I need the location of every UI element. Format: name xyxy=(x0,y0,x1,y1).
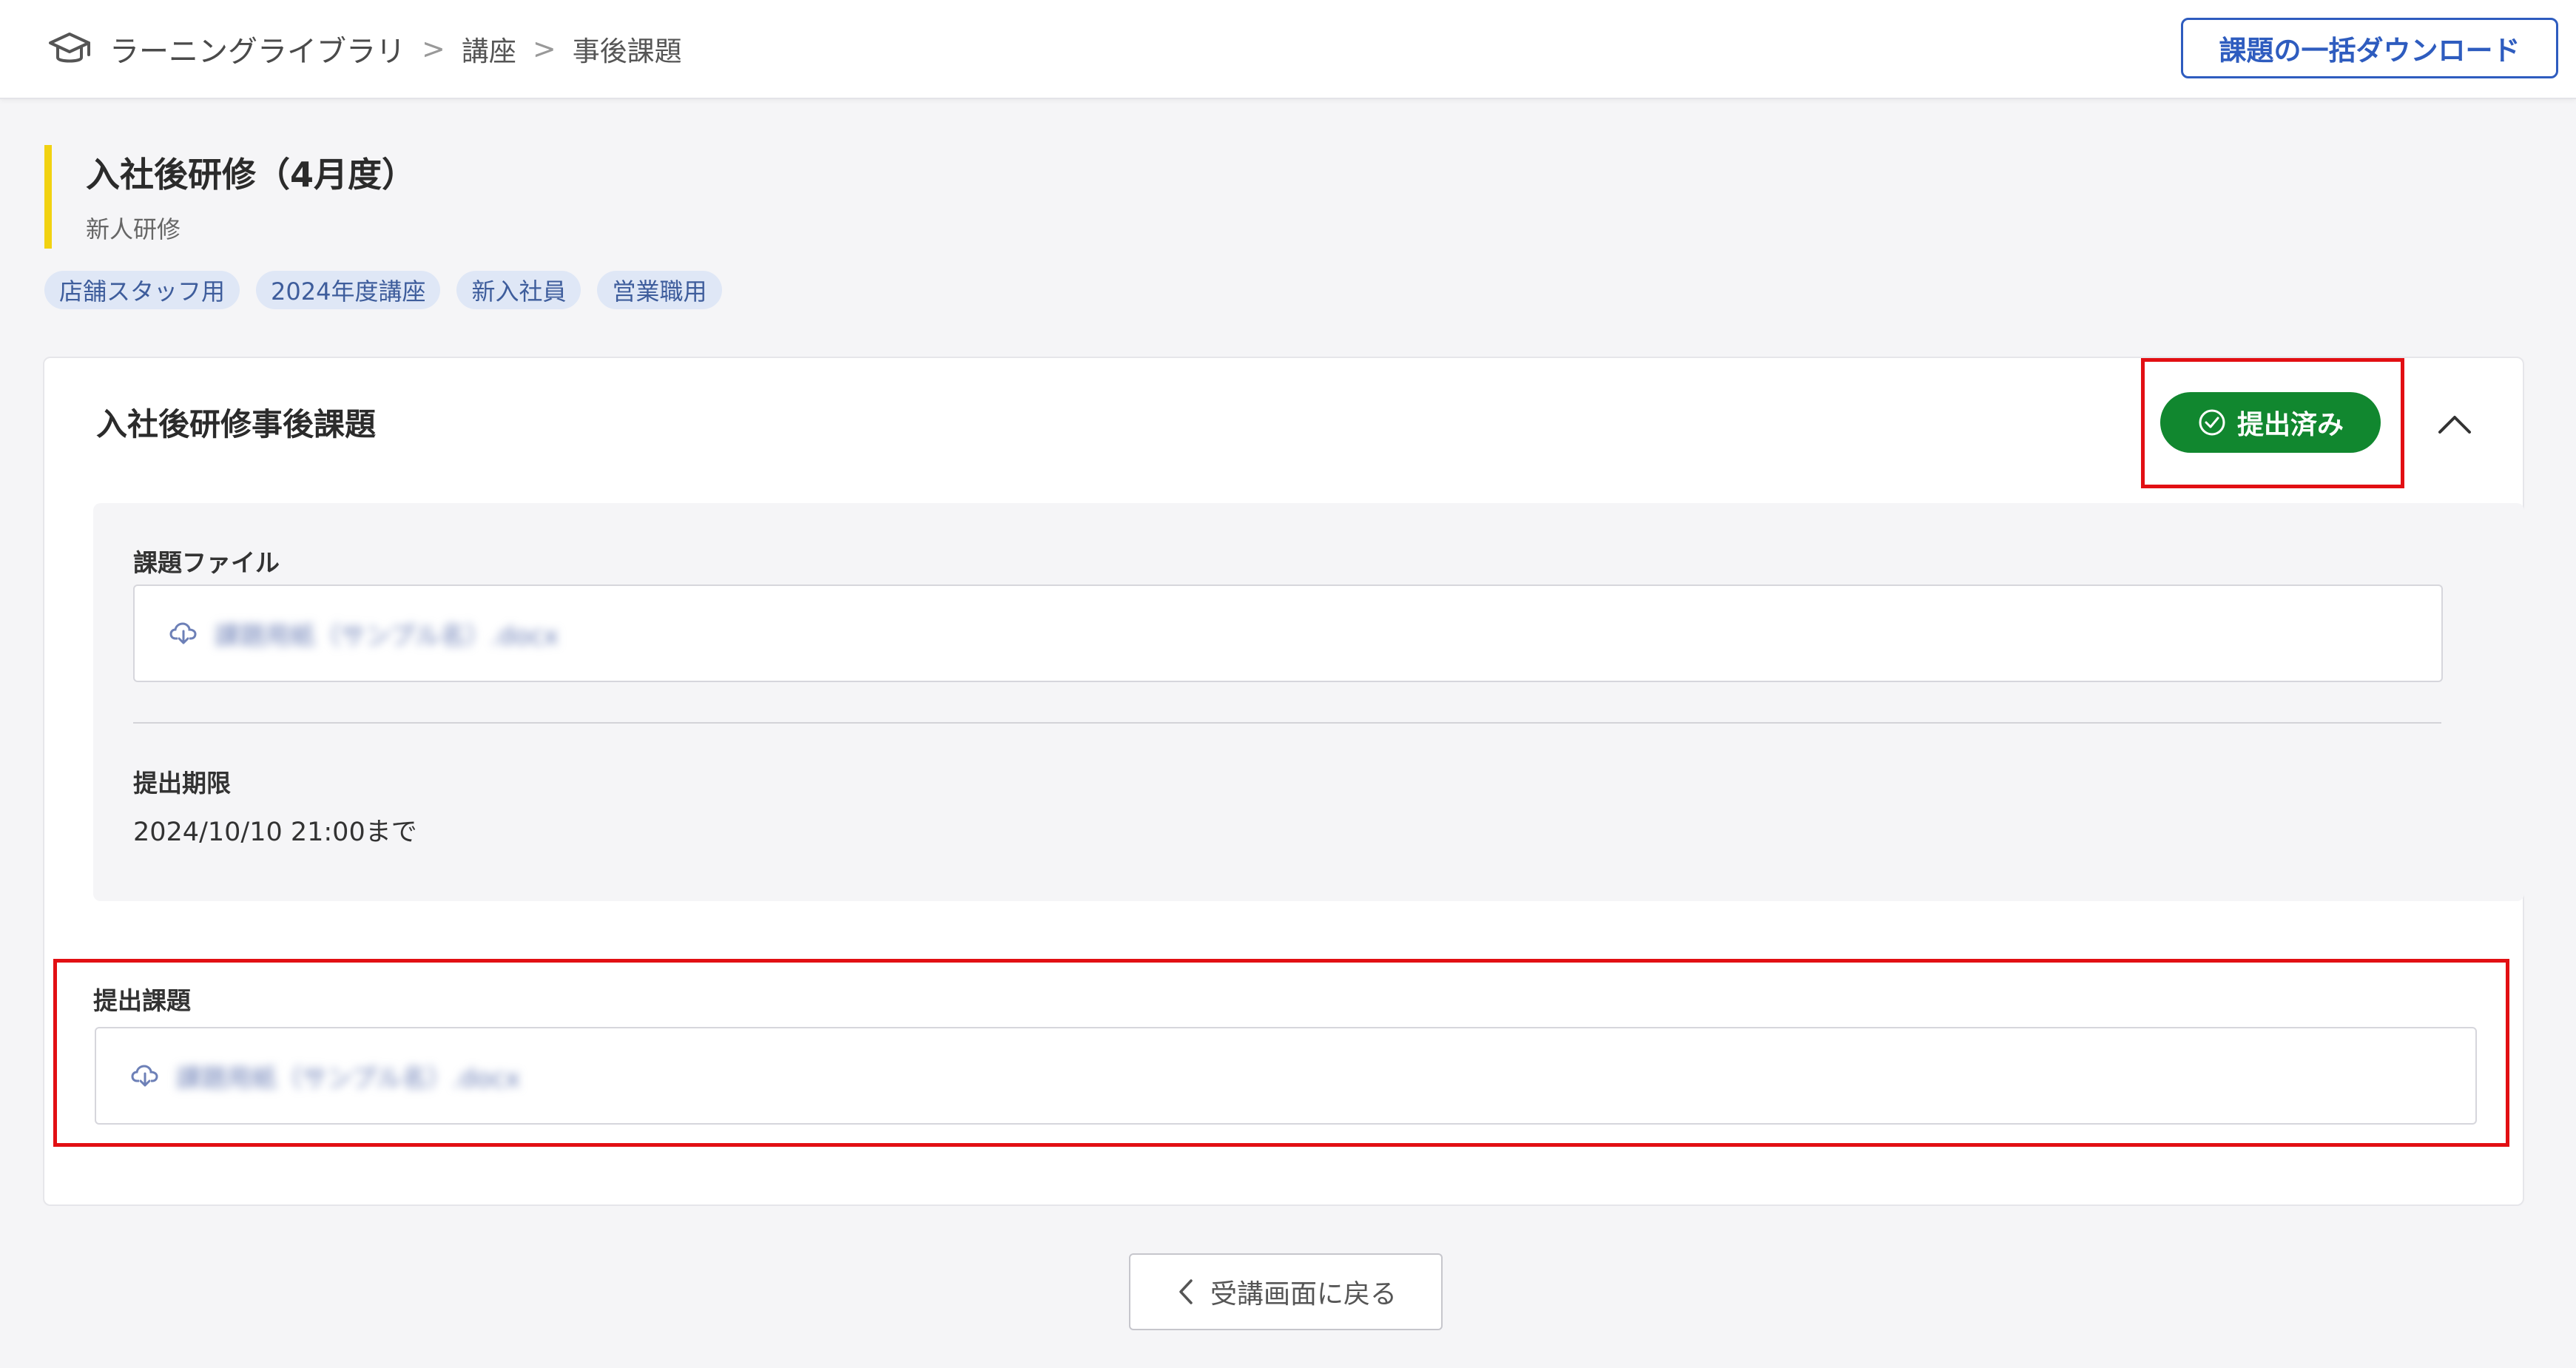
graduation-cap-icon xyxy=(49,33,90,63)
course-accent-bar xyxy=(44,145,52,249)
divider xyxy=(133,722,2441,724)
tag: 店舗スタッフ用 xyxy=(44,271,240,309)
breadcrumb-separator: > xyxy=(422,33,445,65)
breadcrumb-item-current: 事後課題 xyxy=(572,36,682,67)
status-label: 提出済み xyxy=(2236,410,2344,440)
top-header: ラーニングライブラリ > 講座 > 事後課題 課題の一括ダウンロード xyxy=(0,0,2576,99)
tag: 営業職用 xyxy=(597,271,722,309)
submission-label: 提出課題 xyxy=(93,986,191,1015)
assignment-file-label: 課題ファイル xyxy=(133,548,280,577)
tag: 2024年度講座 xyxy=(256,271,441,309)
course-tags: 店舗スタッフ用 2024年度講座 新入社員 営業職用 xyxy=(44,271,722,309)
submission-file-link[interactable]: 課題用紙（サンプル名）.docx xyxy=(95,1027,2477,1125)
deadline-label: 提出期限 xyxy=(133,769,231,798)
tag: 新入社員 xyxy=(456,271,581,309)
cloud-download-icon xyxy=(169,622,197,644)
breadcrumb-separator: > xyxy=(532,33,556,65)
assignment-card: 入社後研修事後課題 提出済み 課題ファイル 課題用紙（サンプル名）.docx 提… xyxy=(43,357,2524,1206)
breadcrumb-item-course[interactable]: 講座 xyxy=(462,29,516,69)
assignment-file-link[interactable]: 課題用紙（サンプル名）.docx xyxy=(133,584,2443,682)
bulk-download-button[interactable]: 課題の一括ダウンロード xyxy=(2181,18,2558,78)
deadline-value: 2024/10/10 21:00まで xyxy=(133,818,417,847)
course-title: 入社後研修（4月度） xyxy=(86,155,417,195)
status-badge: 提出済み xyxy=(2160,392,2381,453)
cloud-download-icon xyxy=(131,1065,158,1087)
chevron-left-icon xyxy=(1179,1279,1193,1304)
breadcrumb: ラーニングライブラリ > 講座 > 事後課題 xyxy=(109,27,682,71)
course-subtitle: 新人研修 xyxy=(86,215,181,243)
submission-file-name[interactable]: 課題用紙（サンプル名）.docx xyxy=(176,1058,520,1094)
assignment-details: 課題ファイル 課題用紙（サンプル名）.docx 提出期限 2024/10/10 … xyxy=(93,503,2524,901)
back-to-course-button[interactable]: 受講画面に戻る xyxy=(1129,1253,1443,1330)
check-circle-icon xyxy=(2199,409,2225,436)
assignment-file-name[interactable]: 課題用紙（サンプル名）.docx xyxy=(215,616,559,652)
assignment-title: 入社後研修事後課題 xyxy=(96,406,377,442)
chevron-up-icon[interactable] xyxy=(2432,402,2477,447)
back-button-label: 受講画面に戻る xyxy=(1210,1279,1397,1310)
breadcrumb-item-library[interactable]: ラーニングライブラリ xyxy=(109,27,405,70)
